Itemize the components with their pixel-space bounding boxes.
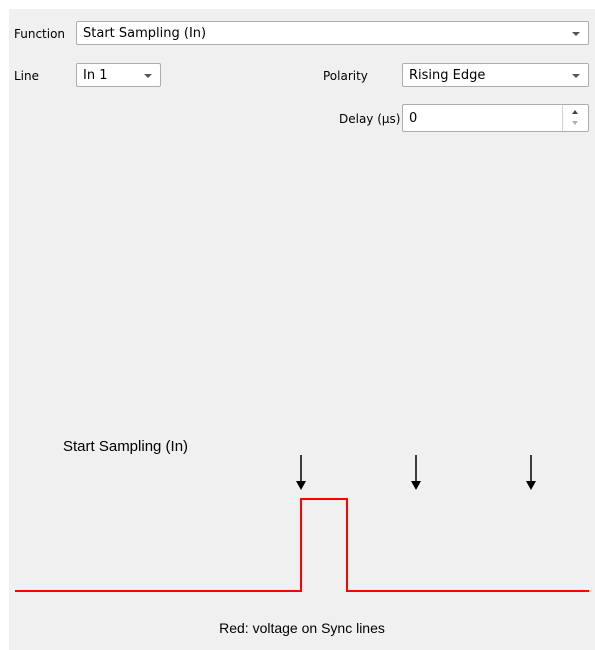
diagram-caption: Red: voltage on Sync lines [219, 620, 385, 636]
trigger-markers [296, 455, 536, 490]
timing-diagram: Start Sampling (In) Red: voltage on Sync… [15, 438, 589, 636]
sync-voltage-trace [15, 498, 589, 592]
trigger-arrow-icon [526, 455, 536, 490]
trigger-arrow-icon [296, 455, 306, 490]
trigger-arrow-icon [411, 455, 421, 490]
sync-settings-panel: Function Start Sampling (In) Line In 1 P… [9, 9, 595, 650]
diagram-title: Start Sampling (In) [63, 438, 188, 455]
